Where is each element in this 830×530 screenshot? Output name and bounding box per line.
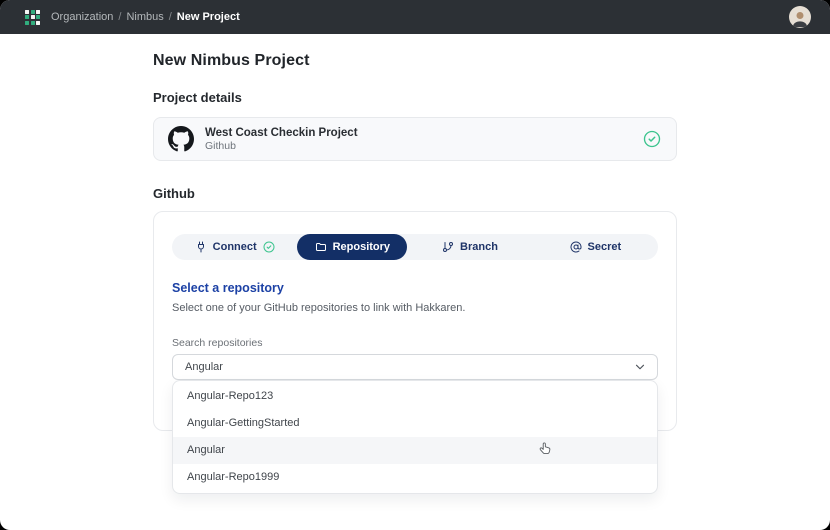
plug-icon: [195, 241, 207, 253]
project-provider: Github: [205, 140, 643, 152]
main-content: New Nimbus Project Project details West …: [0, 34, 830, 431]
person-icon: [790, 8, 810, 28]
repository-option-hovered[interactable]: Angular: [173, 437, 657, 464]
top-navigation-bar: Organization / Nimbus / New Project: [0, 0, 830, 34]
breadcrumb-nimbus[interactable]: Nimbus: [126, 11, 163, 23]
app-logo-icon[interactable]: [25, 10, 40, 25]
folder-icon: [315, 241, 327, 253]
repository-search-input[interactable]: [185, 361, 633, 373]
tab-repository[interactable]: Repository: [297, 234, 407, 260]
check-circle-icon: [643, 130, 661, 148]
repository-search-combobox[interactable]: [172, 354, 658, 380]
tab-secret-label: Secret: [588, 241, 622, 253]
repository-option[interactable]: Angular-GettingStarted: [173, 410, 657, 437]
chevron-down-icon[interactable]: [633, 360, 647, 374]
breadcrumb-separator: /: [118, 11, 121, 23]
git-branch-icon: [442, 241, 454, 253]
user-avatar[interactable]: [789, 6, 811, 28]
at-sign-icon: [570, 241, 582, 253]
breadcrumb-separator: /: [169, 11, 172, 23]
tab-connect[interactable]: Connect: [172, 234, 297, 260]
app-window: Organization / Nimbus / New Project New …: [0, 0, 830, 530]
repository-option[interactable]: Angular-Repo123: [173, 383, 657, 410]
github-section-heading: Github: [153, 186, 677, 201]
tab-branch[interactable]: Branch: [407, 234, 532, 260]
tab-repository-label: Repository: [333, 241, 390, 253]
setup-steps-tabbar: Connect Repository Branch: [172, 234, 658, 260]
tab-branch-label: Branch: [460, 241, 498, 253]
search-repositories-label: Search repositories: [172, 337, 658, 349]
tab-connect-label: Connect: [213, 241, 257, 253]
select-repository-title: Select a repository: [172, 281, 658, 295]
github-icon: [168, 126, 194, 152]
repository-dropdown-list: Angular-Repo123 Angular-GettingStarted A…: [172, 380, 658, 494]
tab-secret[interactable]: Secret: [533, 234, 658, 260]
project-name: West Coast Checkin Project: [205, 126, 643, 140]
github-setup-card: Connect Repository Branch: [153, 211, 677, 431]
breadcrumb-new-project: New Project: [177, 11, 240, 23]
repository-option[interactable]: Angular-Repo1999: [173, 464, 657, 491]
breadcrumb-organization[interactable]: Organization: [51, 11, 113, 23]
project-details-heading: Project details: [153, 90, 677, 105]
select-repository-description: Select one of your GitHub repositories t…: [172, 302, 658, 314]
connect-complete-check-icon: [263, 241, 275, 253]
breadcrumb: Organization / Nimbus / New Project: [51, 11, 240, 23]
page-title: New Nimbus Project: [153, 52, 677, 70]
project-card-text: West Coast Checkin Project Github: [205, 126, 643, 152]
project-summary-card[interactable]: West Coast Checkin Project Github: [153, 117, 677, 161]
